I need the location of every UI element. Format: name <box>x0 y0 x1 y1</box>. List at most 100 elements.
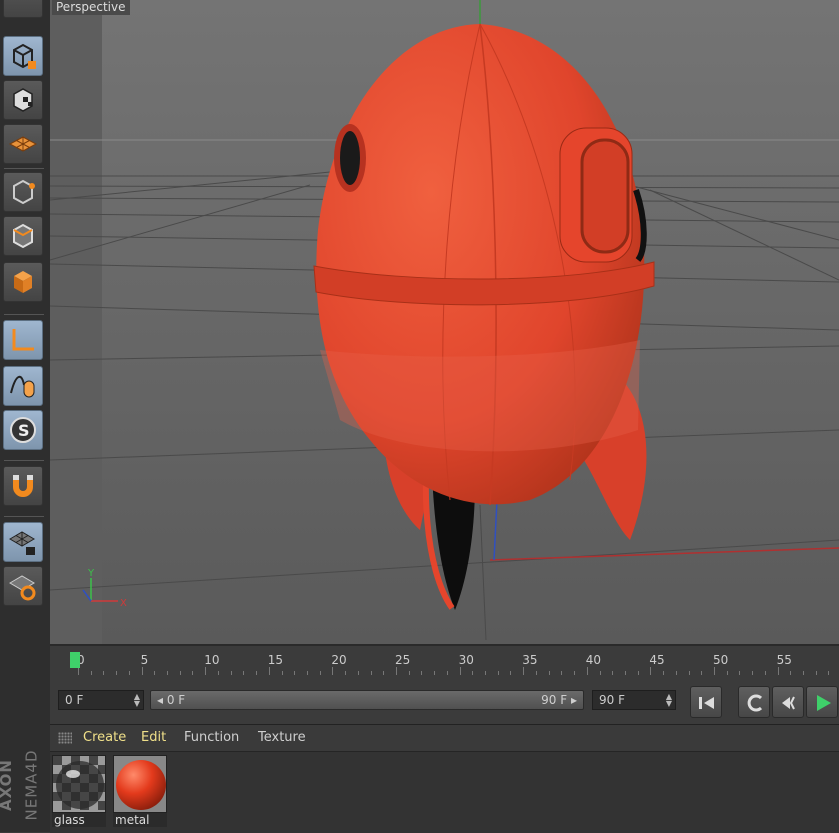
checker-cube-icon <box>13 88 33 112</box>
play-icon <box>817 695 831 711</box>
timeline-tick-label: 40 <box>585 653 602 667</box>
timeline-tick <box>803 671 805 675</box>
timeline-tick <box>345 671 347 675</box>
stepper-arrows-icon[interactable]: ▲ ▼ <box>666 693 672 708</box>
timeline-tick <box>78 667 79 675</box>
timeline-tick-label: 10 <box>204 653 220 667</box>
timeline-tick <box>90 671 92 675</box>
metal-swatch <box>113 755 167 813</box>
timeline-tick <box>510 671 512 675</box>
axis-mode-icon <box>12 329 34 351</box>
solo-button[interactable]: S <box>3 410 43 450</box>
menu-texture[interactable]: Texture <box>258 730 306 745</box>
timeline-tick <box>739 671 741 675</box>
viewport-perspective[interactable]: Y X Perspective <box>50 0 839 646</box>
timeline-tick <box>154 671 156 675</box>
timeline-tick-label: 25 <box>395 653 411 667</box>
timeline-tick <box>357 671 359 675</box>
material-glass[interactable]: glass <box>52 755 106 827</box>
workplane-lock-icon <box>9 531 35 555</box>
viewport-canvas[interactable]: Y X <box>50 0 839 646</box>
timeline-ruler[interactable]: 051015202530354045505560 <box>50 646 839 682</box>
step-back-icon <box>782 696 795 710</box>
timeline-tick <box>535 671 537 675</box>
view-cube-icon[interactable] <box>3 0 43 18</box>
timeline-tick <box>421 671 423 675</box>
timeline-tick-label: 15 <box>267 653 284 667</box>
timeline-tick <box>446 671 448 675</box>
solo-icon: S <box>10 417 36 443</box>
timeline-tick <box>281 671 283 675</box>
timeline-tick-label: 45 <box>649 653 665 667</box>
tweak-mode-button[interactable] <box>3 366 43 406</box>
loop-icon <box>747 694 763 712</box>
edges-mode-icon <box>13 223 33 249</box>
timeline-tick <box>764 671 766 675</box>
material-name: glass <box>52 813 106 827</box>
timeline-tick <box>752 671 754 675</box>
axis-y-label: Y <box>87 568 95 579</box>
timeline-track[interactable]: 051015202530354045505560 <box>58 651 839 677</box>
timeline-tick <box>230 671 232 675</box>
polygons-mode-icon <box>14 271 32 293</box>
timeline-tick <box>624 671 626 675</box>
timeline-tick <box>828 671 830 675</box>
viewport-title[interactable]: Perspective <box>52 0 130 15</box>
stepper-arrows-icon[interactable]: ▲ ▼ <box>134 693 140 708</box>
timeline-tick <box>675 671 677 675</box>
timeline-tick <box>790 671 792 675</box>
tweak-mode-icon <box>10 375 35 398</box>
timeline-tick <box>548 671 550 675</box>
workplane-button[interactable] <box>3 124 43 164</box>
texture-mode-button[interactable] <box>3 80 43 120</box>
polygons-mode-button[interactable] <box>3 262 43 302</box>
menu-create[interactable]: Create <box>83 730 126 745</box>
timeline-tick <box>167 671 169 675</box>
preview-range-slider[interactable]: ◂ 0 F 90 F ▸ <box>150 690 584 710</box>
timeline-tick <box>217 671 219 675</box>
timeline-tick-label: 35 <box>522 653 538 667</box>
timeline-tick <box>650 667 652 675</box>
axis-mode-button[interactable] <box>3 320 43 360</box>
model-mode-button[interactable] <box>3 36 43 76</box>
texture-plane-icon <box>8 136 38 152</box>
glass-swatch <box>52 755 106 813</box>
axis-x-label: X <box>120 598 127 609</box>
snap-button[interactable] <box>3 466 43 506</box>
timeline-tick <box>332 667 334 675</box>
timeline-tick <box>637 671 639 675</box>
menu-function[interactable]: Function <box>184 730 239 745</box>
timeline-tick-label: 50 <box>713 653 729 667</box>
material-metal[interactable]: metal <box>113 755 167 827</box>
current-frame-field[interactable]: 0 F ▲ ▼ <box>58 690 144 710</box>
workplane-lock-button[interactable] <box>3 522 43 562</box>
cinema4d-logo: AXON NEMA4D <box>0 749 41 821</box>
play-forward-button[interactable] <box>806 686 838 718</box>
timeline-tick <box>370 671 372 675</box>
menu-edit[interactable]: Edit <box>141 730 166 745</box>
svg-text:S: S <box>18 421 30 440</box>
timeline-tick <box>586 667 588 675</box>
timeline-tick <box>319 671 321 675</box>
timeline-tick <box>396 667 397 675</box>
timeline-tick <box>205 667 207 675</box>
material-manager: Create Edit Function Texture glass metal <box>50 724 839 833</box>
timeline-tick <box>103 671 105 675</box>
step-back-button[interactable] <box>772 686 804 718</box>
magnet-icon <box>13 475 33 497</box>
timeline-tick <box>815 671 817 675</box>
timeline-playhead[interactable] <box>70 652 80 668</box>
panel-grip-icon[interactable] <box>58 732 72 744</box>
go-to-start-button[interactable] <box>690 686 722 718</box>
workplane-snap-button[interactable] <box>3 566 43 606</box>
timeline-tick <box>192 671 194 675</box>
timeline-tick-label: 30 <box>458 653 474 667</box>
timeline-tick <box>599 671 601 675</box>
end-frame-field[interactable]: 90 F ▲ ▼ <box>592 690 676 710</box>
timeline-tick <box>497 671 499 675</box>
loop-button[interactable] <box>738 686 770 718</box>
timeline-tick <box>701 671 703 675</box>
points-mode-button[interactable] <box>3 172 43 212</box>
tool-palette: S AXON NEMA4D <box>0 0 51 832</box>
edges-mode-button[interactable] <box>3 216 43 256</box>
